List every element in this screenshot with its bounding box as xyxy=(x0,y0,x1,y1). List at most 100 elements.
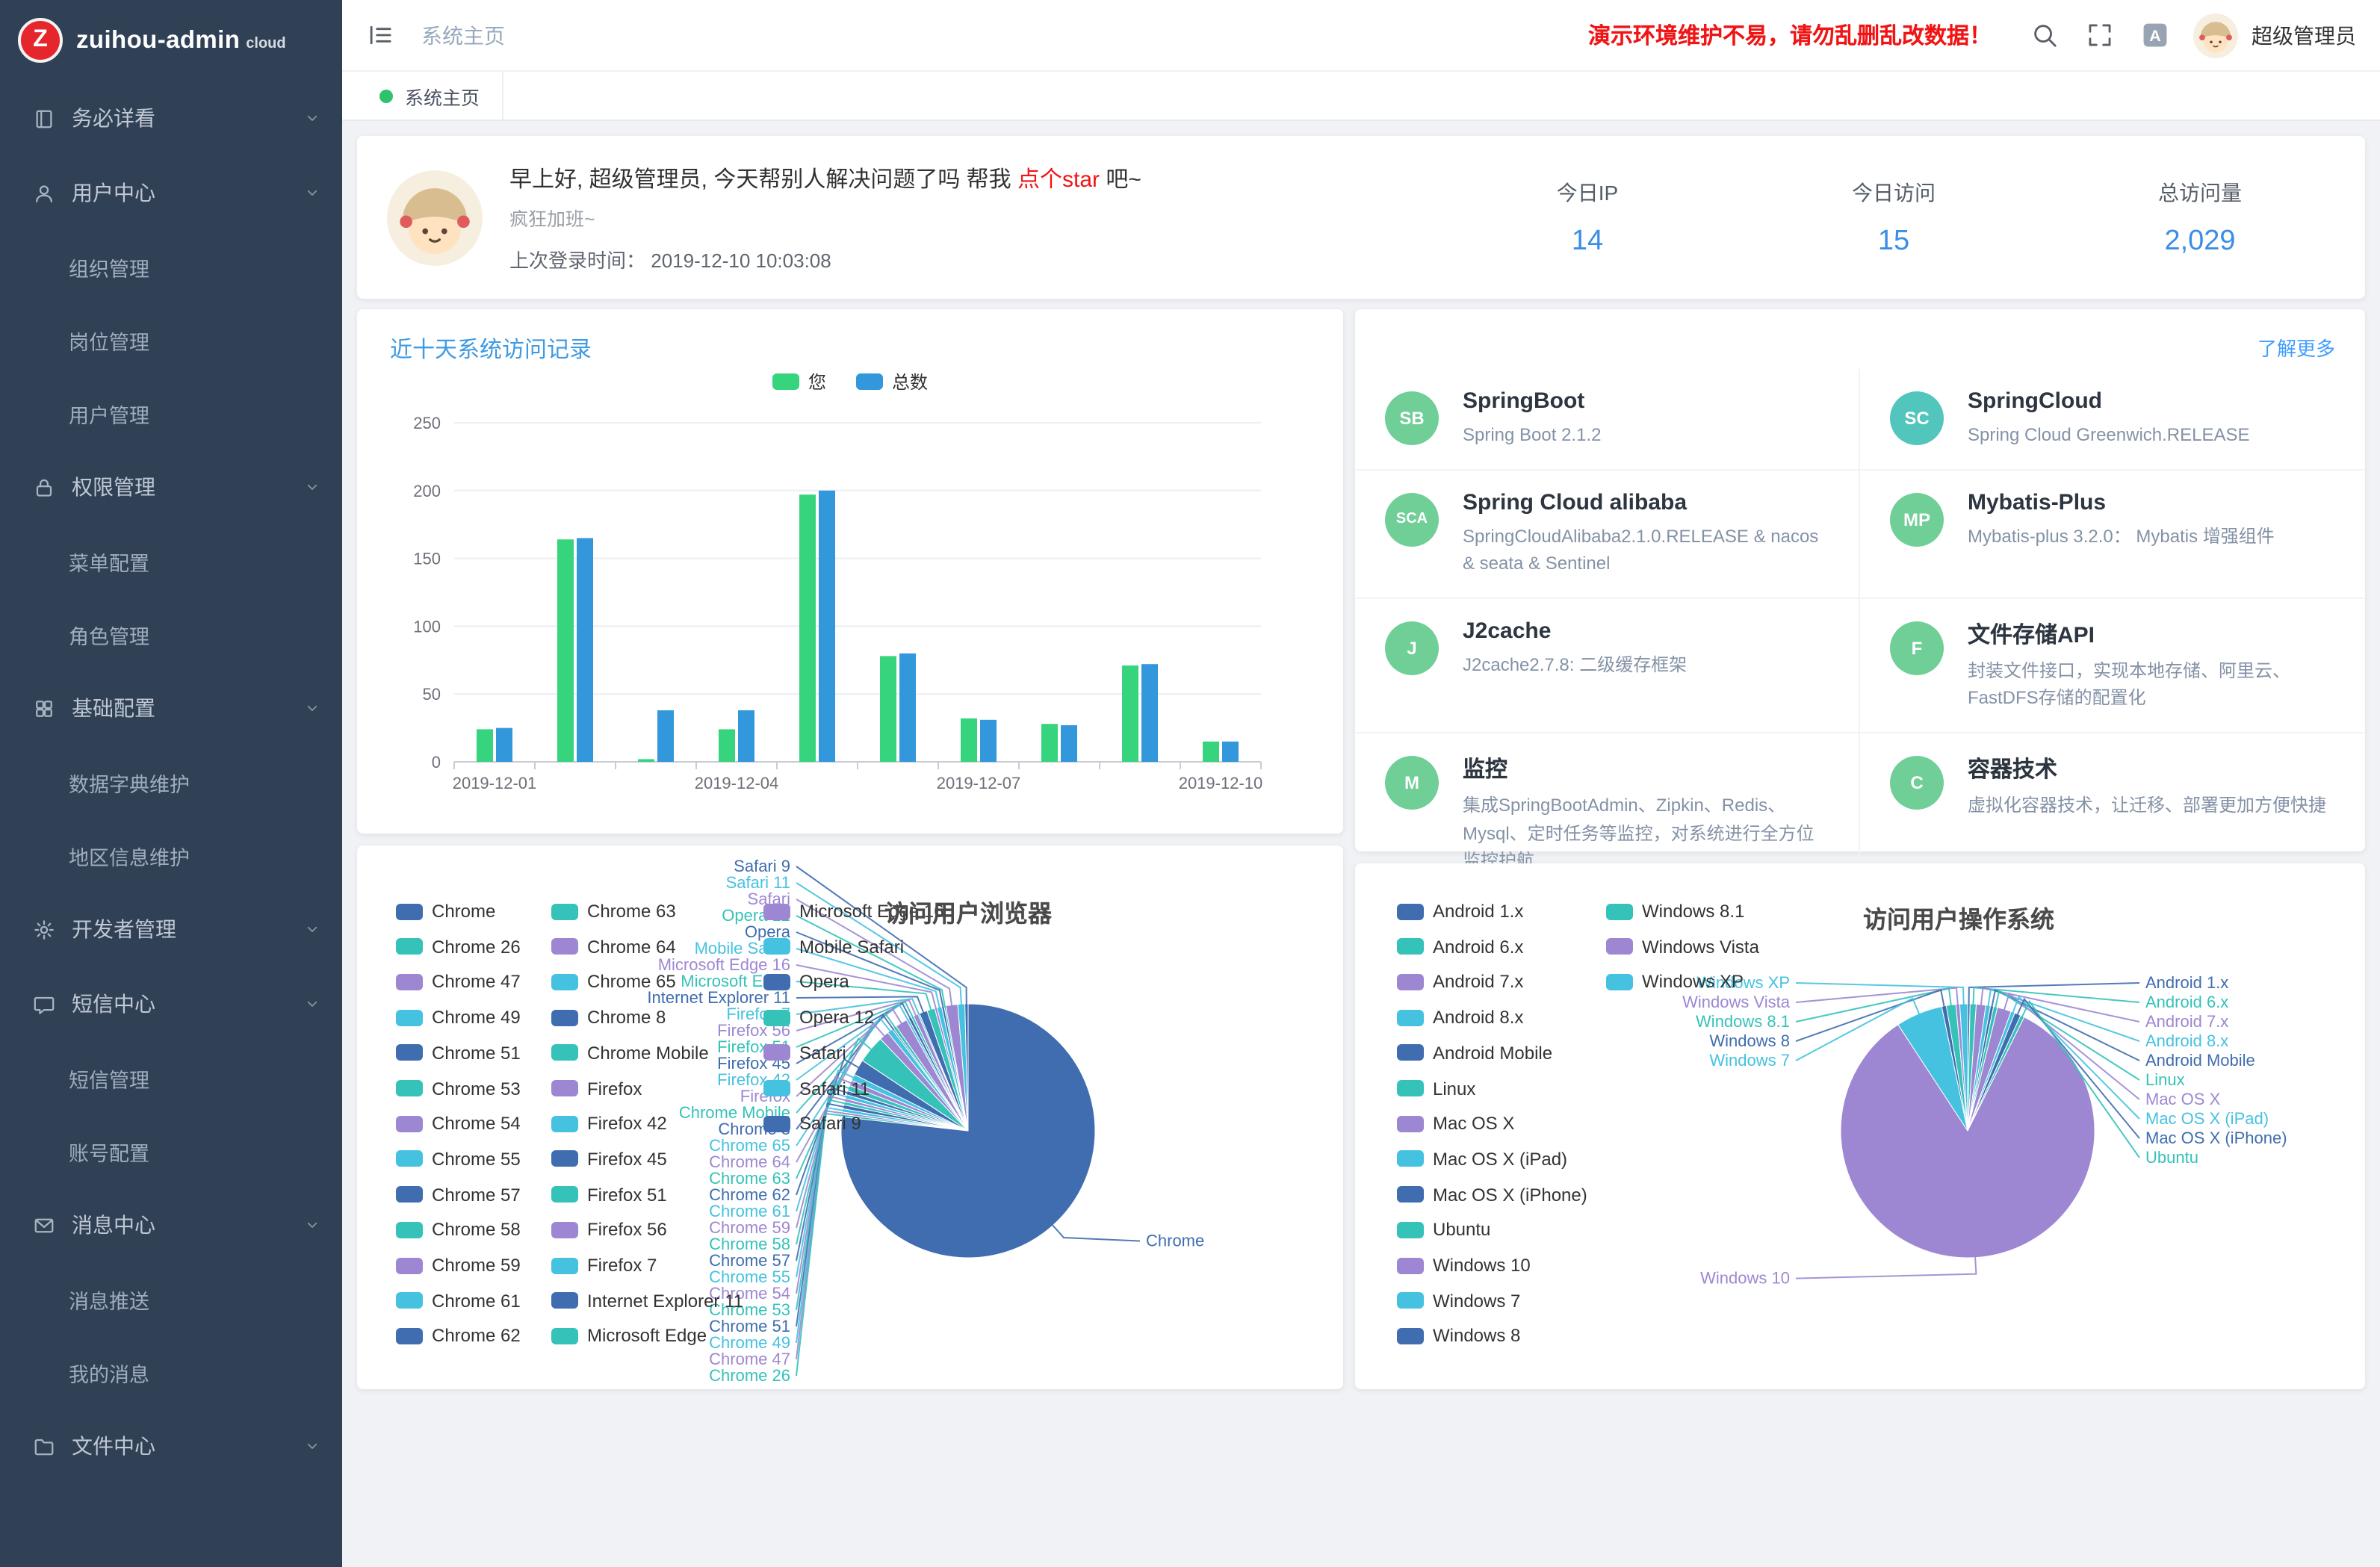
pie-legend-item-4[interactable]: Chrome 51 xyxy=(396,1043,521,1064)
sidebar-item-permission-manage[interactable]: 权限管理 xyxy=(0,450,342,524)
browser-pie-title: 访问用户浏览器 xyxy=(744,893,1192,929)
pie-legend-item-13[interactable]: Windows 8.1 xyxy=(1606,901,1744,922)
pie-legend-item-7[interactable]: Mac OS X (iPad) xyxy=(1397,1149,1567,1170)
pie-legend-item-3[interactable]: Chrome 49 xyxy=(396,1007,521,1028)
pie-legend-item-8[interactable]: Mac OS X (iPhone) xyxy=(1397,1184,1587,1205)
pie-legend-item-3[interactable]: Android 8.x xyxy=(1397,1007,1523,1028)
pie-legend-item-27[interactable]: Mobile Safari xyxy=(763,936,904,957)
project-item-spring-cloud-alibaba[interactable]: SCA Spring Cloud alibaba SpringCloudAlib… xyxy=(1355,470,1860,598)
star-link[interactable]: 点个star xyxy=(1017,167,1100,192)
pie-legend-item-9[interactable]: Ubuntu xyxy=(1397,1220,1490,1241)
pie-legend-item-0[interactable]: Chrome xyxy=(396,901,495,922)
pie-legend-item-5[interactable]: Linux xyxy=(1397,1078,1475,1099)
pie-legend-item-2[interactable]: Chrome 47 xyxy=(396,972,521,993)
pie-legend-item-9[interactable]: Chrome 58 xyxy=(396,1220,521,1241)
pie-legend-item-21[interactable]: Firefox 51 xyxy=(551,1184,667,1205)
pie-legend-item-12[interactable]: Windows 8 xyxy=(1397,1326,1520,1347)
sidebar-item-developer-manage[interactable]: 开发者管理 xyxy=(0,892,342,966)
pie-legend-item-14[interactable]: Chrome 64 xyxy=(551,936,676,957)
pie-legend-item-29[interactable]: Opera 12 xyxy=(763,1007,874,1028)
pie-legend-item-22[interactable]: Firefox 56 xyxy=(551,1220,667,1241)
pie-legend-item-23[interactable]: Firefox 7 xyxy=(551,1255,657,1276)
last-login: 上次登录时间： 2019-12-10 10:03:08 xyxy=(509,244,1141,273)
pie-legend-item-25[interactable]: Microsoft Edge xyxy=(551,1326,707,1347)
pie-legend-item-13[interactable]: Chrome 63 xyxy=(551,901,676,922)
pie-legend-item-11[interactable]: Windows 7 xyxy=(1397,1290,1520,1311)
user-avatar[interactable] xyxy=(2193,13,2238,58)
breadcrumb[interactable]: 系统主页 xyxy=(421,20,505,50)
pie-legend-item-2[interactable]: Android 7.x xyxy=(1397,972,1523,993)
pie-legend-item-6[interactable]: Chrome 54 xyxy=(396,1113,521,1134)
legend-chip xyxy=(1606,903,1633,919)
sidebar-subitem-org-manage[interactable]: 组织管理 xyxy=(0,230,342,303)
project-item-file-storage-api[interactable]: F 文件存储API 封装文件接口，实现本地存储、阿里云、FastDFS存储的配置… xyxy=(1860,599,2365,733)
sidebar-item-base-config[interactable]: 基础配置 xyxy=(0,671,342,745)
pie-legend-item-15[interactable]: Windows XP xyxy=(1606,972,1744,993)
sidebar-subitem-post-manage[interactable]: 岗位管理 xyxy=(0,303,342,376)
legend-chip xyxy=(551,903,578,919)
pie-legend-item-11[interactable]: Chrome 61 xyxy=(396,1290,521,1311)
sidebar-subitem-role-manage[interactable]: 角色管理 xyxy=(0,598,342,671)
sidebar-item-message-center[interactable]: 消息中心 xyxy=(0,1188,342,1262)
search-button[interactable] xyxy=(2030,21,2059,49)
pie-legend-item-28[interactable]: Opera xyxy=(763,972,849,993)
sidebar-subitem-dict-maintain[interactable]: 数据字典维护 xyxy=(0,745,342,819)
pie-legend-item-14[interactable]: Windows Vista xyxy=(1606,936,1759,957)
username[interactable]: 超级管理员 xyxy=(2252,20,2356,50)
project-item-mybatis-plus[interactable]: MP Mybatis-Plus Mybatis-plus 3.2.0： Myba… xyxy=(1860,470,2365,598)
sidebar-item-file-center[interactable]: 文件中心 xyxy=(0,1409,342,1483)
pie-legend-item-12[interactable]: Chrome 62 xyxy=(396,1326,521,1347)
sidebar-item-sms-center[interactable]: 短信中心 xyxy=(0,966,342,1041)
project-item-springboot[interactable]: SB SpringBoot Spring Boot 2.1.2 xyxy=(1355,369,1860,470)
pie-legend-item-8[interactable]: Chrome 57 xyxy=(396,1184,521,1205)
font-size-button[interactable]: A xyxy=(2141,21,2169,49)
bar-series0-day7 xyxy=(961,719,977,762)
user-icon xyxy=(33,181,55,204)
pie-legend-item-1[interactable]: Android 6.x xyxy=(1397,936,1523,957)
legend-label: Windows 8.1 xyxy=(1642,901,1744,922)
sidebar-item-user-center[interactable]: 用户中心 xyxy=(0,155,342,230)
sidebar-subitem-region-maintain[interactable]: 地区信息维护 xyxy=(0,819,342,892)
pie-legend-item-15[interactable]: Chrome 65 xyxy=(551,972,676,993)
pie-legend-item-32[interactable]: Safari 9 xyxy=(763,1113,861,1134)
app-logo[interactable]: Z zuihou-admin cloud xyxy=(0,0,342,81)
pie-legend-item-7[interactable]: Chrome 55 xyxy=(396,1149,521,1170)
legend-label: Android 7.x xyxy=(1433,972,1523,993)
pie-legend-item-6[interactable]: Mac OS X xyxy=(1397,1113,1514,1134)
sidebar-item-must-read[interactable]: 务必详看 xyxy=(0,81,342,155)
pie-legend-item-0[interactable]: Android 1.x xyxy=(1397,901,1523,922)
pie-legend-item-31[interactable]: Safari 11 xyxy=(763,1078,870,1099)
pie-legend-item-30[interactable]: Safari xyxy=(763,1043,846,1064)
fullscreen-button[interactable] xyxy=(2086,21,2114,49)
sidebar-subitem-sms-manage[interactable]: 短信管理 xyxy=(0,1041,342,1114)
sidebar-subitem-my-message[interactable]: 我的消息 xyxy=(0,1335,342,1409)
collapse-sidebar-button[interactable] xyxy=(366,21,394,49)
pie-legend-item-19[interactable]: Firefox 42 xyxy=(551,1113,667,1134)
sidebar-subitem-menu-config[interactable]: 菜单配置 xyxy=(0,524,342,598)
pie-legend-item-5[interactable]: Chrome 53 xyxy=(396,1078,521,1099)
tab-0[interactable]: 系统主页 xyxy=(357,72,503,120)
pie-legend-item-1[interactable]: Chrome 26 xyxy=(396,936,521,957)
sidebar-subitem-label: 用户管理 xyxy=(69,398,149,428)
sidebar-subitem-account-config[interactable]: 账号配置 xyxy=(0,1114,342,1188)
sidebar-subitem-msg-push[interactable]: 消息推送 xyxy=(0,1262,342,1335)
pie-legend-item-10[interactable]: Windows 10 xyxy=(1397,1255,1531,1276)
pie-legend-item-4[interactable]: Android Mobile xyxy=(1397,1043,1552,1064)
sidebar-subitem-user-manage[interactable]: 用户管理 xyxy=(0,376,342,450)
learn-more-link[interactable]: 了解更多 xyxy=(2257,333,2335,362)
project-item-springcloud[interactable]: SC SpringCloud Spring Cloud Greenwich.RE… xyxy=(1860,369,2365,470)
pie-legend-item-20[interactable]: Firefox 45 xyxy=(551,1149,667,1170)
pie-legend-item-17[interactable]: Chrome Mobile xyxy=(551,1043,709,1064)
legend-chip xyxy=(396,1186,423,1203)
bar-series0-day6 xyxy=(880,656,896,762)
pie-legend-item-18[interactable]: Firefox xyxy=(551,1078,642,1099)
legend-label: Windows XP xyxy=(1642,972,1744,993)
legend-label: Chrome 51 xyxy=(432,1043,521,1064)
pie-legend-item-10[interactable]: Chrome 59 xyxy=(396,1255,521,1276)
pie-legend-item-16[interactable]: Chrome 8 xyxy=(551,1007,666,1028)
bar-legend-item-0[interactable]: 您 xyxy=(772,369,826,394)
project-item-j2cache[interactable]: J J2cache J2cache2.7.8: 二级缓存框架 xyxy=(1355,599,1860,733)
bar-legend-item-1[interactable]: 总数 xyxy=(856,369,928,394)
pie-legend-item-24[interactable]: Internet Explorer 11 xyxy=(551,1290,743,1311)
browser-chart-card: Safari 9 Safari 11 Safari Opera 12 Opera Mobi… xyxy=(357,845,1343,1389)
